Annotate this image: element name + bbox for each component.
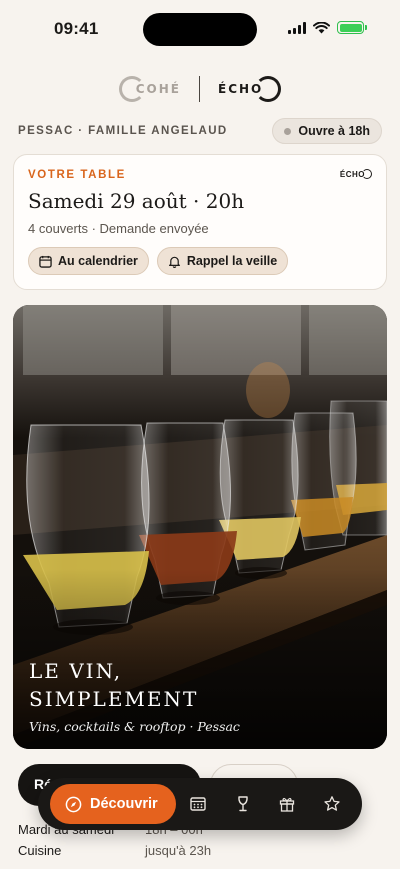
- echo-logo: ÉCHO: [218, 76, 282, 102]
- bell-icon: [168, 256, 180, 268]
- dynamic-island: [143, 13, 257, 46]
- reservation-card[interactable]: VOTRE TABLE ÉCHO Samedi 29 août · 20h 4 …: [13, 154, 387, 290]
- logo-divider: [199, 76, 200, 102]
- hero-title: LE VIN, SIMPLEMENT: [29, 659, 199, 711]
- hero-subtitle: Vins, cocktails & rooftop · Pessac: [29, 719, 240, 734]
- wine-glass-icon: [237, 796, 248, 812]
- compass-icon: [65, 796, 82, 812]
- status-dot-icon: [284, 127, 292, 135]
- add-to-calendar-button[interactable]: Au calendrier: [28, 247, 149, 275]
- battery-icon: [337, 21, 367, 34]
- reservation-kicker: VOTRE TABLE: [28, 169, 126, 181]
- status-icons: [288, 21, 367, 34]
- cohe-logo: COHÉ: [118, 76, 181, 102]
- open-status-text: Ouvre à 18h: [298, 124, 370, 138]
- hero-banner[interactable]: LE VIN, SIMPLEMENT Vins, cocktails & roo…: [13, 305, 387, 749]
- tab-gift[interactable]: [276, 793, 298, 815]
- card-echo-logo: ÉCHO: [340, 169, 372, 179]
- tab-menu[interactable]: [187, 793, 209, 815]
- location-row: PESSAC · FAMILLE ANGELAUD Ouvre à 18h: [18, 118, 382, 144]
- bottom-tab-bar: Découvrir: [38, 778, 362, 830]
- location-label: PESSAC · FAMILLE ANGELAUD: [18, 125, 228, 137]
- menu-icon: [190, 797, 206, 811]
- tab-wine[interactable]: [232, 793, 254, 815]
- status-time: 09:41: [54, 19, 99, 38]
- calendar-icon: [39, 255, 52, 268]
- reminder-button[interactable]: Rappel la veille: [156, 247, 289, 275]
- brand-header: COHÉ ÉCHO: [0, 72, 400, 106]
- star-icon: [324, 796, 340, 811]
- tab-discover[interactable]: Découvrir: [50, 784, 176, 824]
- gift-icon: [279, 797, 295, 812]
- wifi-icon: [313, 21, 330, 33]
- status-bar: 09:41: [0, 0, 400, 58]
- open-status-badge: Ouvre à 18h: [272, 118, 382, 144]
- reservation-title: Samedi 29 août · 20h: [28, 189, 245, 213]
- signal-icon: [288, 21, 306, 34]
- tab-favorites[interactable]: [321, 793, 343, 815]
- hours-row: Cuisine jusqu'à 23h: [18, 843, 212, 858]
- reservation-details: 4 couverts · Demande envoyée: [28, 221, 209, 236]
